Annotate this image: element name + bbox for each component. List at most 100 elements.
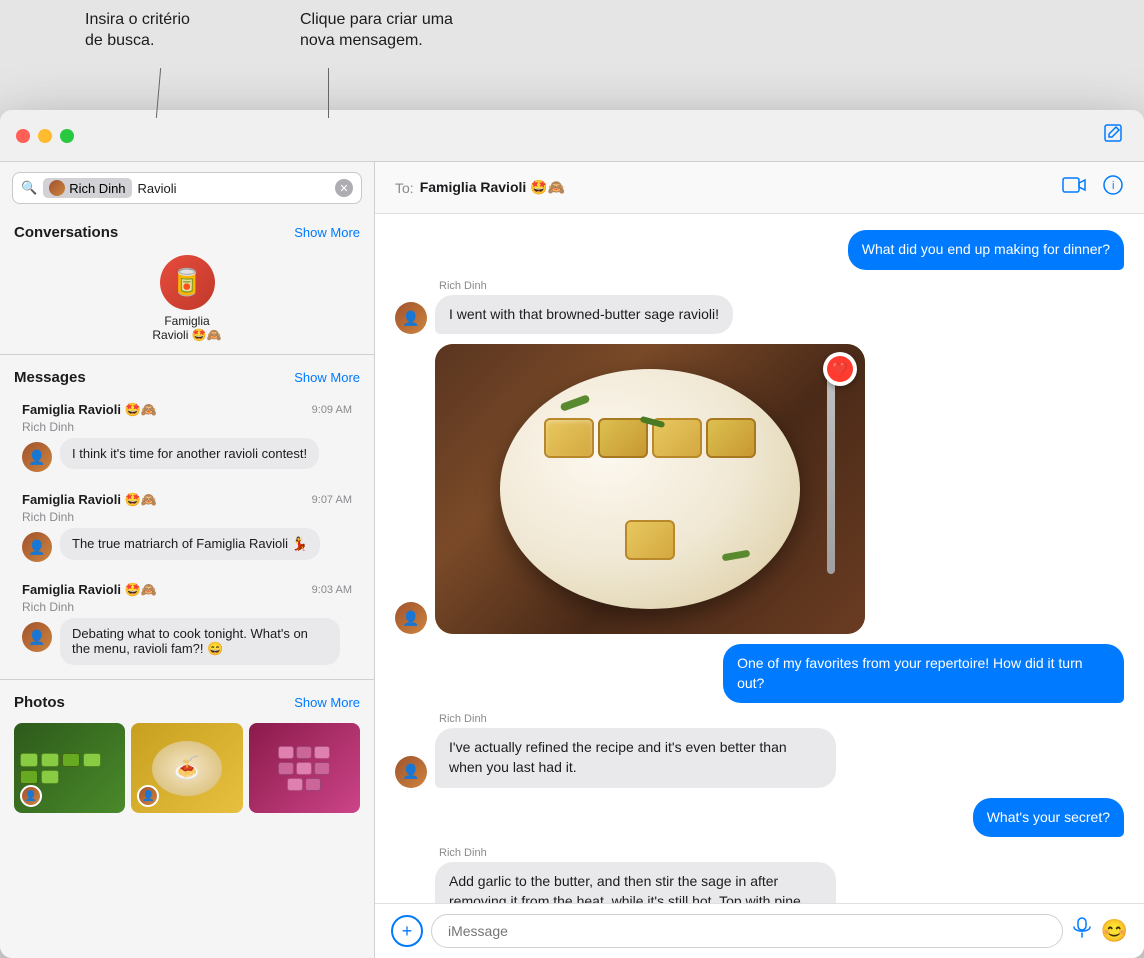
chat-to-label: To:: [395, 180, 414, 196]
photos-show-more[interactable]: Show More: [294, 695, 360, 710]
photos-title: Photos: [14, 694, 65, 711]
msg-content-2: Rich Dinh I went with that browned-butte…: [435, 280, 733, 335]
msg-content-4: One of my favorites from your repertoire…: [723, 644, 1124, 703]
chat-area: To: Famiglia Ravioli 🤩🙈: [375, 162, 1144, 958]
msg-time-3: 9:03 AM: [312, 584, 352, 596]
photos-section-header: Photos Show More: [0, 684, 374, 717]
msg-avatar-rich-1: 👤: [395, 302, 427, 334]
msg-avatar-2: 👤: [22, 532, 52, 562]
search-tag-label: Rich Dinh: [69, 181, 125, 196]
sidebar: 🔍 Rich Dinh Ravioli ✕ Conversations Show…: [0, 162, 375, 958]
message-result-1[interactable]: Famiglia Ravioli 🤩🙈 9:09 AM Rich Dinh 👤 …: [8, 394, 366, 480]
message-row-4: One of my favorites from your repertoire…: [395, 644, 1124, 703]
msg-content-1: What did you end up making for dinner?: [848, 230, 1124, 270]
message-result-2[interactable]: Famiglia Ravioli 🤩🙈 9:07 AM Rich Dinh 👤 …: [8, 484, 366, 570]
messages-title: Messages: [14, 369, 86, 386]
photos-grid: 👤 🍝 👤: [0, 717, 374, 827]
sender-name-2: Rich Dinh: [435, 280, 487, 292]
reaction-wrapper: ❤️: [823, 352, 857, 386]
bubble-2: I went with that browned-butter sage rav…: [435, 295, 733, 335]
search-input-value[interactable]: Ravioli: [138, 181, 329, 196]
compose-button[interactable]: [1102, 122, 1124, 150]
photo-avatar-1: 👤: [20, 785, 42, 807]
conversations-title: Conversations: [14, 224, 118, 241]
msg-time-1: 9:09 AM: [312, 404, 352, 416]
add-attachment-button[interactable]: +: [391, 915, 423, 947]
sender-name-7: Rich Dinh: [435, 847, 487, 859]
ravioli-photo-bg: ❤️: [435, 344, 865, 634]
bubble-4: One of my favorites from your repertoire…: [723, 644, 1124, 703]
search-bar[interactable]: 🔍 Rich Dinh Ravioli ✕: [12, 172, 362, 204]
bubble-5: I've actually refined the recipe and it'…: [435, 728, 836, 787]
messages-container: What did you end up making for dinner? 👤…: [375, 214, 1144, 903]
bubble-6: What's your secret?: [973, 798, 1124, 838]
msg-content-img: ❤️: [435, 344, 836, 634]
plate: [500, 369, 800, 609]
fork: [827, 374, 835, 574]
conversations-section-header: Conversations Show More: [0, 214, 374, 247]
bubble-1: What did you end up making for dinner?: [848, 230, 1124, 270]
msg-content-6: What's your secret?: [973, 798, 1124, 838]
audio-button[interactable]: [1071, 917, 1093, 945]
msg-sender-2: Rich Dinh: [22, 510, 352, 524]
msg-from-2: Famiglia Ravioli 🤩🙈: [22, 492, 157, 508]
msg-time-2: 9:07 AM: [312, 494, 352, 506]
conv-avatar-famiglia: 🥫: [160, 255, 215, 310]
search-clear-button[interactable]: ✕: [335, 179, 353, 197]
maximize-button[interactable]: [60, 129, 74, 143]
minimize-button[interactable]: [38, 129, 52, 143]
msg-avatar-1: 👤: [22, 442, 52, 472]
chat-recipient-name: Famiglia Ravioli 🤩🙈: [420, 179, 565, 196]
message-input[interactable]: [431, 914, 1063, 948]
msg-bubble-3: Debating what to cook tonight. What's on…: [60, 618, 340, 665]
message-row-3: 👤: [395, 344, 1124, 634]
msg-bubble-2: The true matriarch of Famiglia Ravioli 💃: [60, 528, 320, 560]
photo-thumb-2[interactable]: 🍝 👤: [131, 723, 242, 813]
message-row-5: 👤 Rich Dinh I've actually refined the re…: [395, 713, 1124, 787]
conv-avatar-emoji: 🥫: [171, 267, 203, 298]
photo-thumb-3[interactable]: [249, 723, 360, 813]
input-area: + 😊: [375, 903, 1144, 958]
msg-content-5: Rich Dinh I've actually refined the reci…: [435, 713, 836, 787]
search-tag: Rich Dinh: [43, 178, 131, 198]
emoji-button[interactable]: 😊: [1101, 918, 1128, 944]
annotation-compose: Clique para criar umanova mensagem.: [300, 10, 453, 52]
message-result-3[interactable]: Famiglia Ravioli 🤩🙈 9:03 AM Rich Dinh 👤 …: [8, 574, 366, 673]
msg-bubble-1: I think it's time for another ravioli co…: [60, 438, 319, 469]
msg-content-7: Rich Dinh Add garlic to the butter, and …: [435, 847, 836, 903]
search-tag-avatar: [49, 180, 65, 196]
search-icon: 🔍: [21, 180, 37, 196]
messages-show-more[interactable]: Show More: [294, 370, 360, 385]
title-bar: [0, 110, 1144, 162]
msg-avatar-3: 👤: [22, 622, 52, 652]
msg-avatar-rich-2: 👤: [395, 602, 427, 634]
heart-reaction: ❤️: [827, 356, 853, 382]
bubble-7: Add garlic to the butter, and then stir …: [435, 862, 836, 903]
traffic-lights: [0, 129, 74, 143]
msg-from-3: Famiglia Ravioli 🤩🙈: [22, 582, 157, 598]
conv-name-famiglia: FamigliaRavioli 🤩🙈: [152, 314, 221, 342]
messages-section-header: Messages Show More: [0, 359, 374, 392]
sender-name-5: Rich Dinh: [435, 713, 487, 725]
msg-sender-1: Rich Dinh: [22, 420, 352, 434]
info-button[interactable]: i: [1102, 174, 1124, 202]
video-call-button[interactable]: [1062, 176, 1086, 200]
chat-header: To: Famiglia Ravioli 🤩🙈: [375, 162, 1144, 214]
conversations-show-more[interactable]: Show More: [294, 225, 360, 240]
message-row-6: What's your secret?: [395, 798, 1124, 838]
chat-header-icons: i: [1062, 174, 1124, 202]
msg-sender-3: Rich Dinh: [22, 600, 352, 614]
close-button[interactable]: [16, 129, 30, 143]
message-row-1: What did you end up making for dinner?: [395, 230, 1124, 270]
msg-avatar-rich-3: 👤: [395, 756, 427, 788]
conversation-item-famiglia-ravioli[interactable]: 🥫 FamigliaRavioli 🤩🙈: [0, 247, 374, 350]
annotation-search: Insira o critériode busca.: [85, 10, 190, 52]
message-row-2: 👤 Rich Dinh I went with that browned-but…: [395, 280, 1124, 335]
ravioli-image[interactable]: ❤️: [435, 344, 865, 634]
message-row-7: 👤 Rich Dinh Add garlic to the butter, an…: [395, 847, 1124, 903]
separator-2: [0, 679, 374, 680]
svg-text:i: i: [1112, 180, 1114, 192]
msg-from-1: Famiglia Ravioli 🤩🙈: [22, 402, 157, 418]
photo-thumb-1[interactable]: 👤: [14, 723, 125, 813]
separator-1: [0, 354, 374, 355]
